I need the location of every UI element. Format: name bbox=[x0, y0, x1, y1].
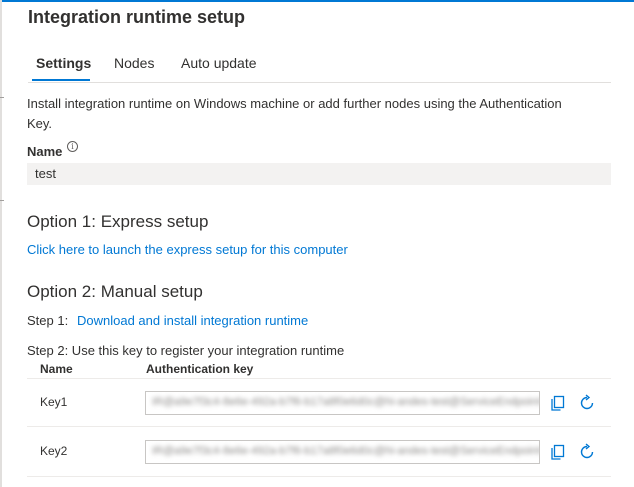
key1-auth-key-value: IR@a9e7f3c4-8e6e-492a-b7f6-b17a8f0e6d0c@… bbox=[152, 396, 540, 408]
info-icon[interactable]: i bbox=[67, 141, 78, 152]
settings-description: Install integration runtime on Windows m… bbox=[27, 96, 562, 131]
express-setup-link[interactable]: Click here to launch the express setup f… bbox=[27, 242, 348, 257]
left-edge-border bbox=[0, 0, 2, 487]
left-edge-tick bbox=[0, 200, 4, 201]
step1-label: Step 1: bbox=[27, 313, 69, 328]
copy-icon[interactable] bbox=[548, 393, 568, 413]
table-divider bbox=[27, 378, 611, 379]
column-header-auth-key: Authentication key bbox=[146, 362, 254, 376]
key1-name: Key1 bbox=[40, 395, 68, 409]
tab-auto-update[interactable]: Auto update bbox=[181, 55, 257, 71]
key2-auth-key-field[interactable]: IR@a9e7f3c4-8e6e-492a-b7f6-b17a8f0e6d0c@… bbox=[145, 440, 540, 464]
left-edge-tick bbox=[0, 97, 4, 98]
name-field: test bbox=[27, 163, 611, 185]
tab-nodes[interactable]: Nodes bbox=[114, 55, 154, 71]
top-accent-bar bbox=[0, 0, 634, 2]
tab-bar: Settings Nodes Auto update bbox=[28, 55, 611, 83]
active-tab-underline bbox=[32, 79, 90, 81]
download-runtime-link[interactable]: Download and install integration runtime bbox=[77, 313, 308, 328]
column-header-name: Name bbox=[40, 362, 73, 376]
key2-auth-key-value: IR@a9e7f3c4-8e6e-492a-b7f6-b17a8f0e6d0c@… bbox=[152, 445, 540, 457]
option1-heading: Option 1: Express setup bbox=[27, 212, 209, 231]
copy-icon[interactable] bbox=[548, 442, 568, 462]
panel-title: Integration runtime setup bbox=[28, 7, 246, 27]
step2-label: Step 2: Use this key to register your in… bbox=[27, 343, 345, 358]
table-divider bbox=[27, 476, 611, 477]
refresh-icon[interactable] bbox=[577, 393, 597, 413]
tab-settings[interactable]: Settings bbox=[36, 55, 91, 71]
key2-name: Key2 bbox=[40, 444, 68, 458]
name-label: Name bbox=[27, 144, 63, 159]
option2-heading: Option 2: Manual setup bbox=[27, 282, 203, 301]
table-divider bbox=[27, 426, 611, 427]
key1-auth-key-field[interactable]: IR@a9e7f3c4-8e6e-492a-b7f6-b17a8f0e6d0c@… bbox=[145, 391, 540, 415]
refresh-icon[interactable] bbox=[577, 442, 597, 462]
